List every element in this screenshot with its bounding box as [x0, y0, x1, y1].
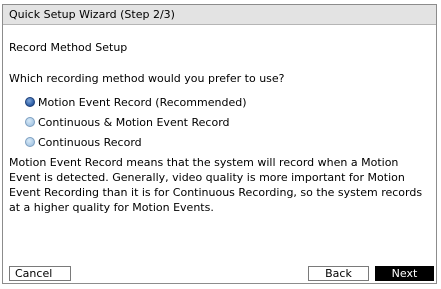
dialog-title-bar: Quick Setup Wizard (Step 2/3) — [3, 5, 436, 25]
recording-method-question: Which recording method would you prefer … — [9, 72, 285, 85]
quick-setup-wizard-dialog: Quick Setup Wizard (Step 2/3) Record Met… — [2, 4, 437, 284]
next-button[interactable]: Next — [375, 266, 434, 281]
option-continuous-and-motion-event-record[interactable]: Continuous & Motion Event Record — [25, 114, 230, 130]
option-label: Continuous & Motion Event Record — [38, 115, 230, 129]
radio-unselected-icon[interactable] — [25, 137, 35, 147]
option-continuous-record[interactable]: Continuous Record — [25, 134, 142, 150]
dialog-title: Quick Setup Wizard (Step 2/3) — [9, 8, 175, 21]
option-motion-event-record[interactable]: Motion Event Record (Recommended) — [25, 94, 246, 110]
radio-selected-icon[interactable] — [25, 97, 35, 107]
option-label: Motion Event Record (Recommended) — [38, 95, 247, 109]
radio-unselected-icon[interactable] — [25, 117, 35, 127]
back-button[interactable]: Back — [308, 266, 369, 281]
option-label: Continuous Record — [38, 135, 142, 149]
cancel-button[interactable]: Cancel — [9, 266, 71, 281]
section-title: Record Method Setup — [9, 41, 128, 54]
method-description: Motion Event Record means that the syste… — [9, 156, 423, 214]
